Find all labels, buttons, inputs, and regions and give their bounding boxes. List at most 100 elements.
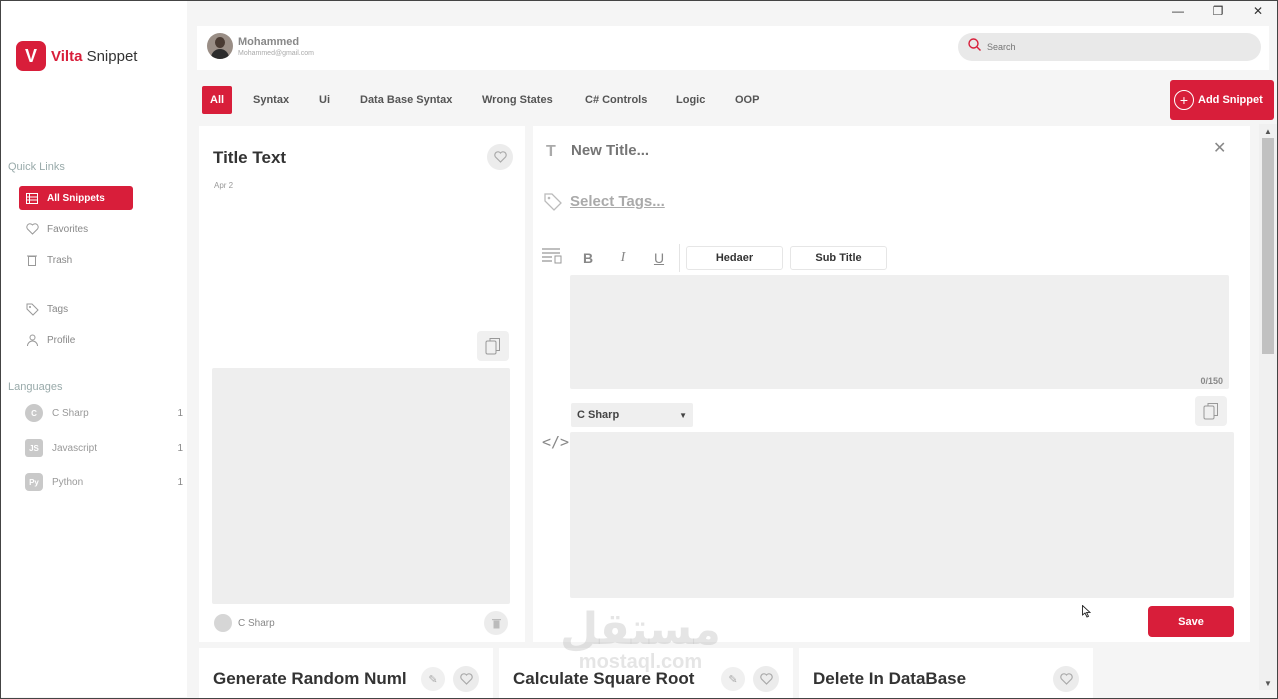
sidebar-item-label: Favorites [47, 223, 89, 235]
search-bar[interactable] [958, 33, 1261, 61]
mouse-cursor-icon [1082, 604, 1092, 623]
edit-button[interactable]: ✎ [721, 667, 745, 691]
pencil-icon: ✎ [728, 673, 738, 686]
favorite-button[interactable] [453, 666, 479, 692]
logo-suffix: Snippet [86, 47, 138, 65]
subtitle-button[interactable]: Sub Title [790, 246, 887, 270]
copy-icon [1203, 403, 1218, 420]
favorite-button[interactable] [487, 144, 513, 170]
chevron-down-icon: ▼ [679, 410, 687, 420]
tab-logic[interactable]: Logic [668, 86, 713, 114]
heart-icon [1059, 673, 1073, 685]
heart-icon [759, 673, 773, 685]
sidebar-item-all-snippets[interactable]: All Snippets [19, 186, 133, 210]
sidebar-item-label: Trash [47, 254, 73, 266]
sidebar: V Vilta Snippet Quick Links All Snippets… [1, 1, 187, 697]
language-label: Python [52, 476, 84, 488]
scroll-down-icon[interactable]: ▼ [1259, 676, 1277, 690]
pencil-icon: ✎ [428, 673, 438, 686]
code-editor[interactable] [570, 432, 1234, 598]
javascript-icon: JS [25, 439, 43, 457]
favorite-button[interactable] [1053, 666, 1079, 692]
snippet-title: Generate Random Numl [213, 669, 407, 688]
copy-icon [485, 338, 500, 355]
save-button[interactable]: Save [1148, 606, 1234, 637]
favorite-button[interactable] [753, 666, 779, 692]
tab-ui[interactable]: Ui [311, 86, 338, 114]
logo-text: Vilta Snippet [51, 48, 137, 65]
description-textarea[interactable]: 0/150 [570, 275, 1229, 389]
delete-button[interactable] [484, 611, 508, 635]
vertical-scrollbar[interactable]: ▲ ▼ [1259, 124, 1277, 690]
language-label: Javascript [52, 442, 98, 454]
snippet-card[interactable]: Delete In DataBase [799, 648, 1093, 698]
language-count: 1 [177, 442, 183, 454]
watermark-arabic: مستقل [560, 604, 721, 655]
restore-button[interactable]: ❐ [1198, 0, 1238, 22]
underline-button[interactable]: U [651, 246, 667, 270]
trash-icon [25, 253, 39, 267]
sidebar-item-label: Profile [47, 334, 76, 346]
quick-links-title: Quick Links [8, 161, 65, 173]
language-label: C Sharp [52, 407, 89, 419]
user-name: Mohammed [238, 36, 300, 48]
tab-oop[interactable]: OOP [727, 86, 767, 114]
user-email: Mohammed@gmail.com [238, 50, 314, 57]
sidebar-item-label: All Snippets [47, 192, 105, 204]
add-snippet-button[interactable]: + Add Snippet [1170, 80, 1274, 120]
csharp-icon [214, 614, 232, 632]
tag-icon [25, 302, 39, 316]
snippet-code-preview [212, 368, 510, 604]
title-input[interactable] [571, 142, 971, 159]
add-snippet-label: Add Snippet [1198, 94, 1263, 106]
text-title-icon: T [546, 143, 556, 160]
avatar[interactable] [207, 33, 233, 59]
list-icon [25, 191, 39, 205]
sidebar-item-trash[interactable]: Trash [19, 248, 133, 272]
sidebar-item-label: Tags [47, 303, 69, 315]
window-controls: — ❐ ✕ [1158, 0, 1278, 22]
snippet-card[interactable]: Title Text Apr 2 C Sharp [199, 126, 525, 642]
minimize-button[interactable]: — [1158, 0, 1198, 22]
copy-code-button[interactable] [1195, 396, 1227, 426]
snippet-card[interactable]: Generate Random Numl ✎ [199, 648, 493, 698]
scroll-thumb[interactable] [1262, 138, 1274, 354]
python-icon: Py [25, 473, 43, 491]
italic-button[interactable]: I [615, 246, 631, 270]
language-count: 1 [177, 407, 183, 419]
search-input[interactable] [987, 42, 1247, 52]
plus-circle-icon: + [1174, 90, 1194, 110]
logo-badge: V [16, 41, 46, 71]
tab-all[interactable]: All [202, 86, 233, 114]
select-tags-link[interactable]: Select Tags... [570, 193, 665, 210]
toolbar-divider [679, 244, 680, 272]
app-logo: V Vilta Snippet [16, 41, 137, 71]
snippet-title: Title Text [213, 148, 287, 167]
top-header: Mohammed Mohammed@gmail.com [197, 26, 1269, 70]
tag-icon [544, 193, 562, 216]
logo-brand: Vilta [51, 47, 83, 65]
sidebar-item-tags[interactable]: Tags [19, 297, 133, 321]
trash-icon [491, 618, 501, 628]
snippet-title: Delete In DataBase [813, 669, 967, 688]
search-icon [968, 38, 981, 56]
header-button[interactable]: Hedaer [686, 246, 783, 270]
copy-button[interactable] [477, 331, 509, 361]
language-item-csharp[interactable]: C C Sharp 1 [25, 404, 183, 422]
tab-database-syntax[interactable]: Data Base Syntax [352, 86, 460, 114]
tab-syntax[interactable]: Syntax [245, 86, 297, 114]
bold-button[interactable]: B [580, 246, 596, 270]
edit-button[interactable]: ✎ [421, 667, 445, 691]
language-item-python[interactable]: Py Python 1 [25, 473, 183, 491]
sidebar-item-profile[interactable]: Profile [19, 328, 133, 352]
close-window-button[interactable]: ✕ [1238, 0, 1278, 22]
sidebar-item-favorites[interactable]: Favorites [19, 217, 133, 241]
language-item-javascript[interactable]: JS Javascript 1 [25, 439, 183, 457]
close-icon[interactable]: ✕ [1213, 138, 1226, 158]
scroll-up-icon[interactable]: ▲ [1259, 124, 1277, 138]
snippet-language: C Sharp [214, 614, 275, 632]
tab-wrong-states[interactable]: Wrong States [474, 86, 561, 114]
language-select[interactable]: C Sharp ▼ [571, 403, 693, 427]
heart-icon [459, 673, 473, 685]
tab-csharp-controls[interactable]: C# Controls [577, 86, 655, 114]
